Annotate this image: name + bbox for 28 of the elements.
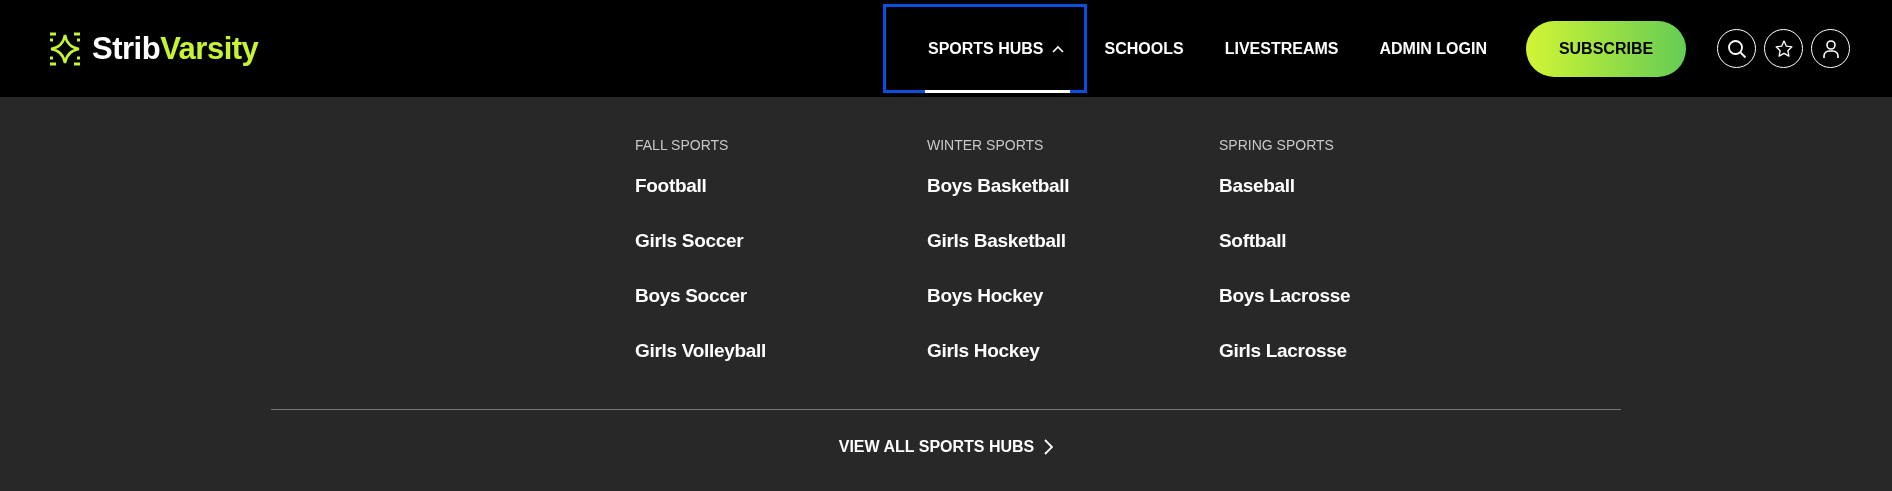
sport-link[interactable]: Boys Soccer [635, 285, 927, 340]
view-all-link[interactable]: VIEW ALL SPORTS HUBS [838, 438, 1054, 456]
sport-link[interactable]: Softball [1219, 230, 1511, 285]
chevron-icon [1044, 439, 1054, 455]
sport-link[interactable]: Girls Soccer [635, 230, 927, 285]
sport-link[interactable]: Girls Lacrosse [1219, 340, 1511, 395]
sport-link[interactable]: Baseball [1219, 175, 1511, 230]
sport-link[interactable]: Girls Hockey [927, 340, 1219, 395]
subscribe-button[interactable]: SUBSCRIBE [1526, 20, 1686, 77]
search-icon [1726, 38, 1747, 59]
column-heading: SPRING SPORTS [1219, 137, 1335, 153]
logo-icon [48, 31, 82, 66]
column-heading: WINTER SPORTS [927, 137, 1045, 153]
nav-link[interactable]: SCHOOLS [1086, 4, 1207, 93]
star-icon [1773, 38, 1794, 59]
logo-text[interactable]: StribVarsity [92, 30, 259, 67]
sport-link[interactable]: Boys Hockey [927, 285, 1219, 340]
column-heading: FALL SPORTS [635, 137, 730, 153]
sport-link[interactable]: Girls Volleyball [635, 340, 927, 395]
caret-icon [1051, 44, 1064, 53]
nav-link[interactable]: LIVESTREAMS [1206, 4, 1362, 93]
sport-link[interactable]: Girls Basketball [927, 230, 1219, 285]
sport-link[interactable]: Football [635, 175, 927, 230]
nav-link[interactable]: SPORTS HUBS [882, 4, 1087, 93]
user-icon [1821, 38, 1840, 59]
sport-link[interactable]: Boys Lacrosse [1219, 285, 1511, 340]
sport-link[interactable]: Boys Basketball [927, 175, 1219, 230]
nav-link[interactable]: ADMIN LOGIN [1361, 4, 1510, 93]
